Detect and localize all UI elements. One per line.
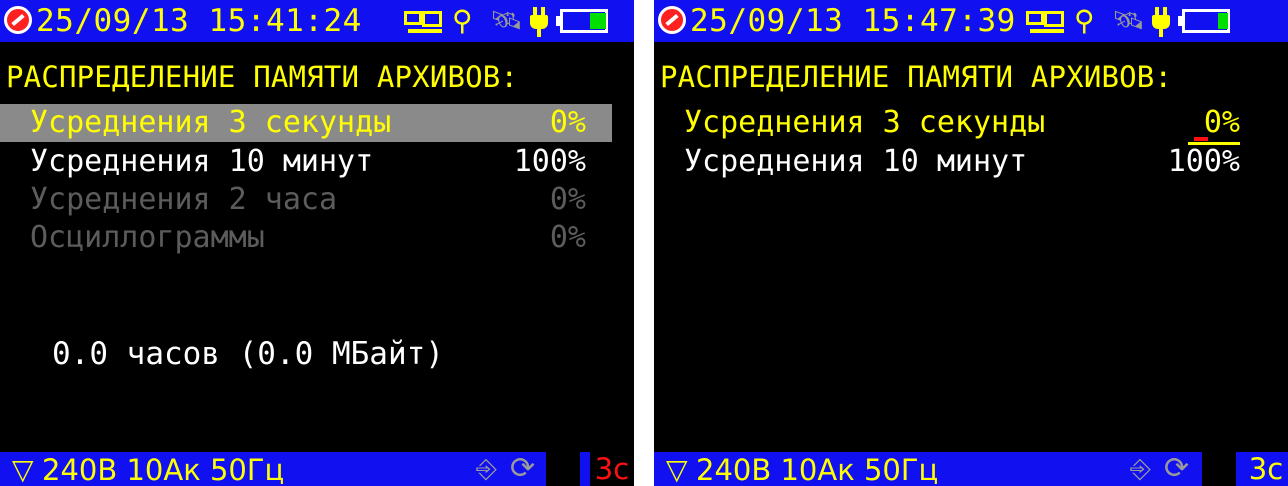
archive-row-2h: Усреднения 2 часа 0% xyxy=(0,181,612,219)
archive-row-10min[interactable]: Усреднения 10 минут 100% xyxy=(654,143,1266,181)
row-label: Усреднения 10 минут xyxy=(30,144,374,179)
satellite-icon: 🛰 xyxy=(1112,6,1146,36)
sync-icon: ⟳ xyxy=(510,451,536,486)
sync-icon: ⟳ xyxy=(1164,451,1190,486)
indicator-box xyxy=(546,452,580,486)
archive-row-3sec[interactable]: Усреднения 3 секунды 0% xyxy=(654,104,1266,145)
archive-row-10min[interactable]: Усреднения 10 минут 100% xyxy=(0,143,612,181)
row-label: Осциллограммы xyxy=(30,220,265,255)
battery-fill xyxy=(1218,13,1228,29)
datetime: 25/09/13 15:47:39 xyxy=(690,3,1016,39)
archive-row-3sec[interactable]: Усреднения 3 секунды 0% xyxy=(0,104,612,142)
interval-indicator: 3с xyxy=(590,452,634,486)
usb-icon: ⚲ xyxy=(452,4,473,37)
status-bar: 25/09/13 15:47:39 ⚲ 🛰 xyxy=(654,0,1288,42)
recording-icon: ⎆ xyxy=(1130,454,1151,484)
row-value: 0% xyxy=(549,182,586,217)
row-value: 0% xyxy=(549,220,586,255)
datetime: 25/09/13 15:41:24 xyxy=(36,3,362,39)
indicator-box xyxy=(1202,452,1236,486)
power-plug-icon xyxy=(526,7,552,37)
page-title: РАСПРЕДЕЛЕНИЕ ПАМЯТИ АРХИВОВ: xyxy=(660,60,1173,94)
bottom-bar: ▽ 240В 10Ак 50Гц ⎆ ⟳ 3с xyxy=(0,452,634,486)
device-logo-icon xyxy=(658,6,686,34)
device-screen-left: 25/09/13 15:41:24 ⚲ 🛰 РАСПРЕДЕЛЕНИЕ ПАМЯ… xyxy=(0,0,634,486)
row-label: Усреднения 2 часа xyxy=(30,182,338,217)
device-logo-icon xyxy=(4,6,32,34)
measurement-params: 240В 10Ак 50Гц xyxy=(696,453,939,486)
archive-row-oscillograms: Осциллограммы 0% xyxy=(0,219,612,257)
row-value: 100% xyxy=(513,144,586,179)
pc-connection-icon xyxy=(404,11,444,33)
usb-icon: ⚲ xyxy=(1074,4,1095,37)
connection-scheme-icon: ▽ xyxy=(666,453,688,486)
satellite-icon: 🛰 xyxy=(490,6,524,36)
bottom-bar: ▽ 240В 10Ак 50Гц ⎆ ⟳ 3с xyxy=(654,452,1288,486)
battery-fill xyxy=(590,13,606,29)
battery-icon xyxy=(556,9,610,33)
row-value-input[interactable]: 0% xyxy=(1187,104,1240,145)
device-screen-right: 25/09/13 15:47:39 ⚲ 🛰 РАСПРЕДЕЛЕНИЕ ПАМЯ… xyxy=(654,0,1288,486)
battery-icon xyxy=(1178,9,1232,33)
row-label: Усреднения 10 минут xyxy=(684,144,1028,179)
measurement-params: 240В 10Ак 50Гц xyxy=(42,453,285,486)
row-value: 0% xyxy=(549,105,586,140)
interval-indicator: 3с xyxy=(1244,452,1288,486)
connection-scheme-icon: ▽ xyxy=(12,453,34,486)
recording-icon: ⎆ xyxy=(476,454,497,484)
pc-connection-icon xyxy=(1026,11,1066,33)
status-bar: 25/09/13 15:41:24 ⚲ 🛰 xyxy=(0,0,634,42)
capacity-summary: 0.0 часов (0.0 МБайт) xyxy=(52,336,444,372)
page-title: РАСПРЕДЕЛЕНИЕ ПАМЯТИ АРХИВОВ: xyxy=(6,60,519,94)
power-plug-icon xyxy=(1148,7,1174,37)
row-label: Усреднения 3 секунды xyxy=(30,105,392,140)
row-label: Усреднения 3 секунды xyxy=(684,105,1046,140)
row-value: 100% xyxy=(1167,144,1240,179)
